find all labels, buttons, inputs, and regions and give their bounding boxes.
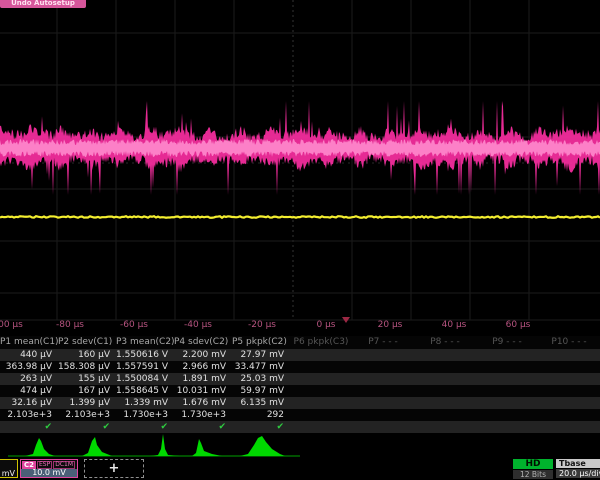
c1-flat-trace[interactable] [0,216,600,218]
measure-value: 292 [232,409,290,421]
histicon-3[interactable] [150,434,180,456]
time-tick-label: -100 µs [0,320,23,330]
measure-value: 1.730e+3 [116,409,174,421]
measure-stat-row: 440 µV160 µV1.550616 V2.200 mV27.97 mV [0,349,600,361]
timebase-value: 20.0 µs/div [556,469,600,478]
measure-value: 167 µV [58,385,116,397]
measure-column-header[interactable]: P1 mean(C1) [0,336,58,349]
hd-mode-badge[interactable]: HD [513,459,553,469]
time-tick-label: -20 µs [248,320,276,330]
measure-stat-row: 363.98 µV158.308 µV1.557591 V2.966 mV33.… [0,361,600,373]
measure-value: 1.339 mV [116,397,174,409]
measure-value: 1.558645 V [116,385,174,397]
measure-stat-row: 32.16 µV1.399 µV1.339 mV1.676 mV6.135 mV [0,397,600,409]
measure-histicons[interactable] [0,433,600,458]
measure-value: 6.135 mV [232,397,290,409]
measure-column-header-inactive[interactable]: P10 - - - [538,336,600,349]
time-tick-label: 0 µs [316,320,335,330]
status-ok-icon: ✔ [0,421,58,433]
measure-value: 25.03 mV [232,373,290,385]
measure-value: 263 µV [0,373,58,385]
measure-value: 155 µV [58,373,116,385]
status-ok-icon: ✔ [116,421,174,433]
measure-value: 2.966 mV [174,361,232,373]
timebase-descriptor[interactable]: Tbase 20.0 µs/div [556,459,600,478]
histicon-4[interactable] [192,439,222,456]
status-ok-icon: ✔ [232,421,290,433]
measure-value: 1.891 mV [174,373,232,385]
time-tick-label: -60 µs [120,320,148,330]
measure-table: P1 mean(C1)P2 sdev(C1)P3 mean(C2)P4 sdev… [0,336,600,433]
measure-value: 2.103e+3 [0,409,58,421]
measure-column-header-inactive[interactable]: P7 - - - [352,336,414,349]
measure-value: 2.103e+3 [58,409,116,421]
waveform-grid [0,0,600,332]
add-trace-button[interactable]: + [84,459,144,478]
measure-value: 1.550084 V [116,373,174,385]
c1-vdiv-value: 10.0 mV [0,469,17,478]
measure-value: 32.16 µV [0,397,58,409]
time-tick-label: 20 µs [378,320,403,330]
measure-value: 158.308 µV [58,361,116,373]
measure-column-header-inactive[interactable]: P6 pkpk(C3) [290,336,352,349]
oscilloscope-screen: Undo Autosetup -100 µs -80 µs -60 µs -40 µs… [0,0,600,480]
measure-stat-row: 2.103e+32.103e+31.730e+31.730e+3292 [0,409,600,421]
measure-value: 440 µV [0,349,58,361]
time-tick-label: 40 µs [442,320,467,330]
measure-status-row: ✔✔✔✔✔ [0,421,600,433]
measure-column-header[interactable]: P5 pkpk(C2) [232,336,290,349]
time-tick-label: 60 µs [506,320,531,330]
timebase-label: Tbase [556,459,600,468]
measure-column-header[interactable]: P2 sdev(C1) [58,336,116,349]
channel-c1-descriptor[interactable]: C1 DC1M 10.0 mV [0,459,18,478]
measure-value: 1.730e+3 [174,409,232,421]
measure-column-header[interactable]: P4 sdev(C2) [174,336,232,349]
measure-stat-row: 474 µV167 µV1.558645 V10.031 mV59.97 mV [0,385,600,397]
status-ok-icon: ✔ [58,421,116,433]
measure-value: 1.550616 V [116,349,174,361]
measure-column-header-inactive[interactable]: P9 - - - [476,336,538,349]
measure-value: 33.477 mV [232,361,290,373]
time-axis: -100 µs -80 µs -60 µs -40 µs -20 µs 0 µs 20 µs… [0,320,600,333]
histicon-5[interactable] [240,436,285,456]
histicon-1[interactable] [25,438,55,456]
measure-value: 1.399 µV [58,397,116,409]
measure-value: 1.676 mV [174,397,232,409]
measure-value: 27.97 mV [232,349,290,361]
time-tick-label: -80 µs [56,320,84,330]
measure-column-header[interactable]: P3 mean(C2) [116,336,174,349]
measure-value: 1.557591 V [116,361,174,373]
descriptor-bar: C1 DC1M 10.0 mV C2 ESP DC1M 10.0 mV + HD… [0,458,600,480]
measure-value: 160 µV [58,349,116,361]
hd-bits-label: 12 Bits [513,470,553,479]
measure-value: 59.97 mV [232,385,290,397]
measure-value: 2.200 mV [174,349,232,361]
channel-c2-descriptor[interactable]: C2 ESP DC1M 10.0 mV [20,459,78,478]
measure-stat-row: 263 µV155 µV1.550084 V1.891 mV25.03 mV [0,373,600,385]
histicon-2[interactable] [82,437,112,456]
measure-value: 363.98 µV [0,361,58,373]
measure-value: 10.031 mV [174,385,232,397]
measure-column-header-inactive[interactable]: P8 - - - [414,336,476,349]
status-ok-icon: ✔ [174,421,232,433]
undo-autosetup-button[interactable]: Undo Autosetup [0,0,86,8]
time-tick-label: -40 µs [184,320,212,330]
measure-value: 474 µV [0,385,58,397]
c2-vdiv-value: 10.0 mV [21,469,77,477]
